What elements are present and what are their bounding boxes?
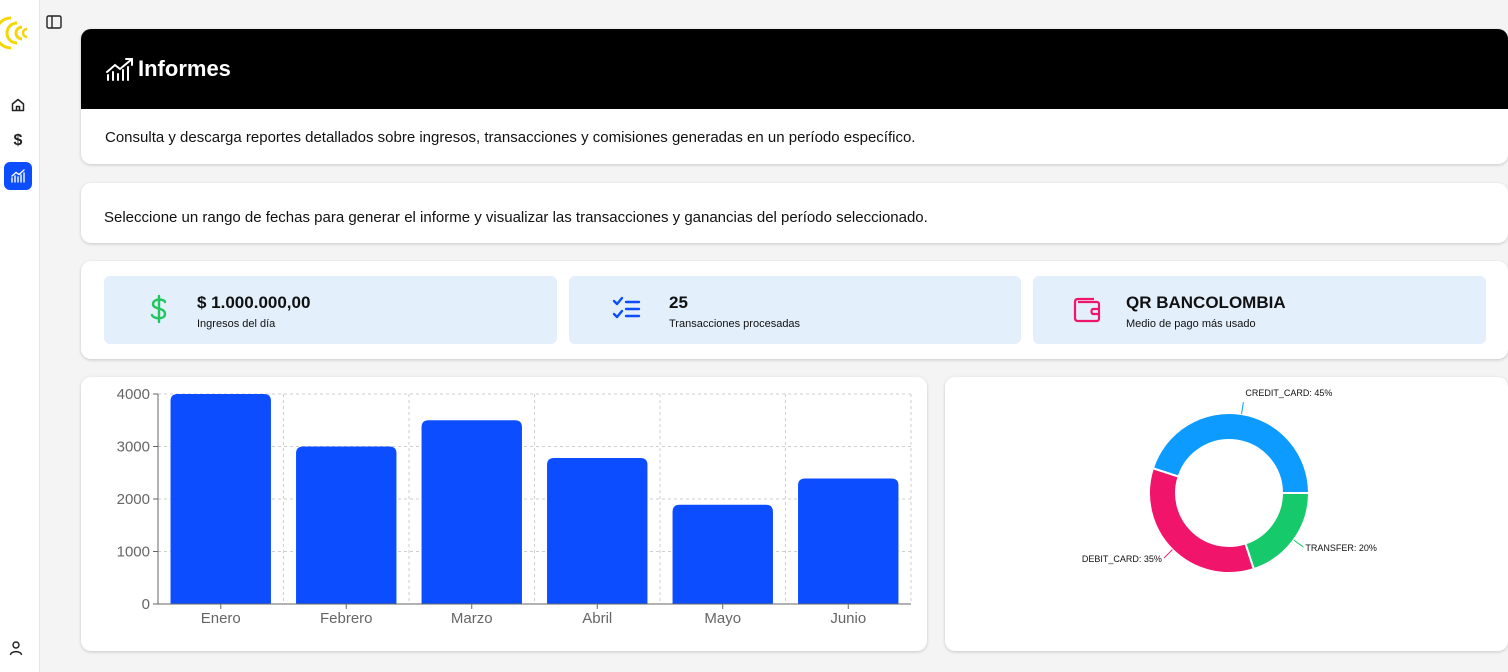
y-tick-label: 4000 xyxy=(117,386,150,403)
page-description: Consulta y descarga reportes detallados … xyxy=(105,129,916,146)
sidebar-toggle-icon[interactable] xyxy=(45,13,63,31)
slice-label: CREDIT_CARD: 45% xyxy=(1245,388,1332,398)
sidebar-item-reports[interactable] xyxy=(4,162,32,190)
x-tick-label: Abril xyxy=(582,610,612,627)
stat-card-income: $ 1.000.000,00 Ingresos del día xyxy=(104,276,557,344)
stat-value-payment-method: QR BANCOLOMBIA xyxy=(1126,293,1286,312)
bar-mayo xyxy=(672,504,773,604)
slice-label-line xyxy=(1241,402,1244,415)
chart-icon xyxy=(11,169,25,183)
dollar-icon xyxy=(150,294,167,324)
bar-abril xyxy=(547,458,648,604)
slice-label: TRANSFER: 20% xyxy=(1305,543,1377,553)
x-tick-label: Marzo xyxy=(451,610,493,627)
payment-methods-donut-chart: CREDIT_CARD: 45% TRANSFER: 20% DEBIT_CARD:… xyxy=(1082,388,1377,574)
reports-header-card: Informes Consulta y descarga reportes de… xyxy=(81,29,1508,164)
date-range-card: Seleccione un rango de fechas para gener… xyxy=(81,183,1508,243)
slice-transfer xyxy=(1244,492,1311,571)
user-icon[interactable] xyxy=(8,640,24,656)
y-tick-label: 0 xyxy=(142,596,150,613)
stat-value-income: $ 1.000.000,00 xyxy=(197,293,311,312)
stat-card-payment-method: QR BANCOLOMBIA Medio de pago más usado xyxy=(1033,276,1486,344)
stats-panel: $ 1.000.000,00 Ingresos del día 25 Trans… xyxy=(81,261,1508,359)
checklist-icon xyxy=(612,296,641,319)
header-bar: Informes xyxy=(81,29,1508,109)
sidebar-item-payments[interactable]: $ xyxy=(4,127,32,155)
sidebar: $ xyxy=(0,0,40,672)
bar-junio xyxy=(798,478,899,604)
stat-label-payment-method: Medio de pago más usado xyxy=(1126,318,1256,330)
bar-marzo xyxy=(421,420,522,604)
monthly-bar-chart-card: 0 1000 2000 3000 4000 Enero Febrero Marzo Abril M… xyxy=(81,377,927,651)
slice-label-line xyxy=(1163,549,1173,559)
x-tick-label: Febrero xyxy=(320,610,373,627)
dollar-icon: $ xyxy=(13,132,23,149)
x-tick-label: Mayo xyxy=(704,610,741,627)
x-tick-label: Junio xyxy=(830,610,866,627)
brand-logo xyxy=(0,16,28,50)
wallet-icon xyxy=(1073,297,1101,323)
x-tick-label: Enero xyxy=(201,610,241,627)
sidebar-item-home[interactable] xyxy=(4,91,32,119)
bar-enero xyxy=(170,394,271,604)
stat-card-transactions: 25 Transacciones procesadas xyxy=(569,276,1021,344)
y-tick-label: 2000 xyxy=(117,491,150,508)
home-icon xyxy=(11,98,25,112)
slice-label-line xyxy=(1293,539,1304,548)
reports-chart-icon xyxy=(106,58,133,81)
stat-label-income: Ingresos del día xyxy=(197,318,276,330)
monthly-bar-chart: 0 1000 2000 3000 4000 Enero Febrero Marzo Abril M… xyxy=(117,386,912,627)
stat-label-transactions: Transacciones procesadas xyxy=(669,318,801,330)
date-range-instructions: Seleccione un rango de fechas para gener… xyxy=(104,209,928,226)
y-tick-label: 1000 xyxy=(117,544,150,561)
page-title: Informes xyxy=(138,56,231,81)
bar-febrero xyxy=(296,446,397,604)
y-tick-label: 3000 xyxy=(117,439,150,456)
slice-label: DEBIT_CARD: 35% xyxy=(1082,554,1162,564)
stat-value-transactions: 25 xyxy=(669,293,688,312)
payment-methods-chart-card: CREDIT_CARD: 45% TRANSFER: 20% DEBIT_CARD:… xyxy=(945,377,1508,651)
